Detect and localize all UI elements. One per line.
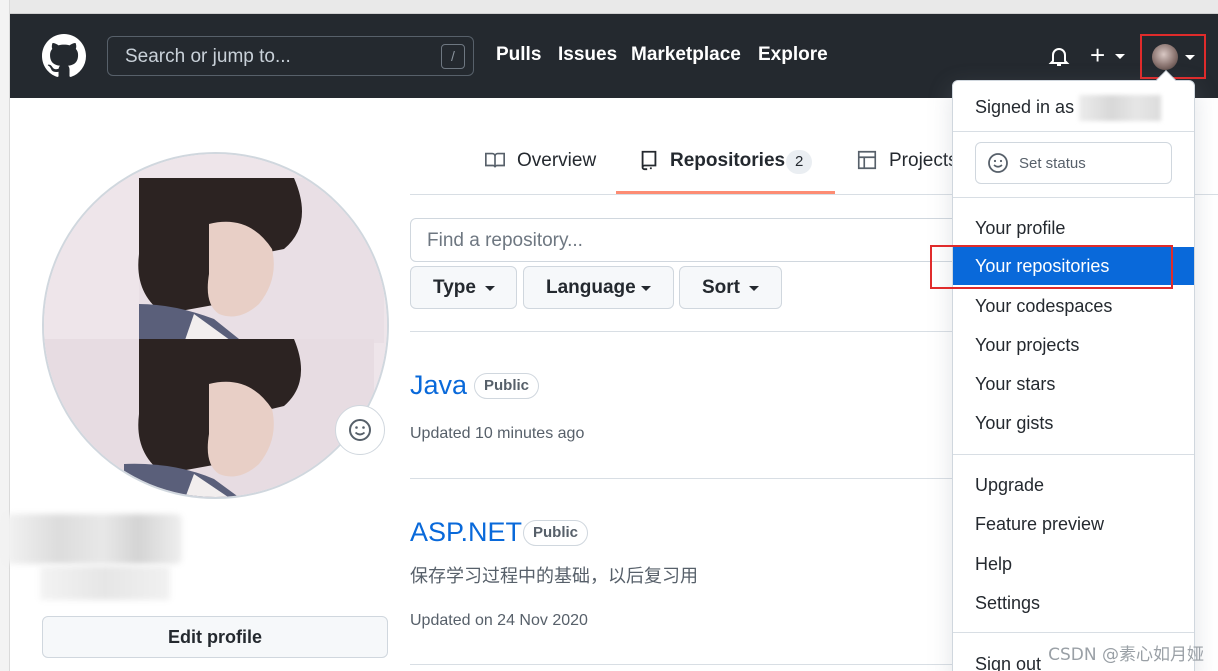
menu-item-your-projects[interactable]: Your projects bbox=[953, 326, 1194, 364]
nav-issues[interactable]: Issues bbox=[558, 44, 617, 66]
menu-item-your-gists[interactable]: Your gists bbox=[953, 404, 1194, 442]
menu-item-upgrade[interactable]: Upgrade bbox=[953, 466, 1194, 504]
edit-profile-button[interactable]: Edit profile bbox=[42, 616, 388, 658]
menu-item-help[interactable]: Help bbox=[953, 545, 1194, 583]
search-placeholder: Search or jump to... bbox=[125, 46, 291, 67]
language-filter-button[interactable]: Language bbox=[523, 266, 674, 309]
watermark: CSDN @素心如月娅 bbox=[1048, 645, 1204, 665]
chevron-down-icon bbox=[749, 286, 759, 291]
chevron-down-icon bbox=[641, 286, 651, 291]
tab-overview-label: Overview bbox=[517, 150, 597, 171]
list-divider bbox=[410, 478, 970, 479]
redacted-username bbox=[1079, 95, 1161, 121]
visibility-badge: Public bbox=[523, 520, 589, 546]
notifications-bell-icon[interactable] bbox=[1047, 44, 1071, 68]
menu-divider bbox=[953, 197, 1194, 198]
repo-updated: Updated on 24 Nov 2020 bbox=[410, 612, 588, 629]
set-status-emoji-button[interactable] bbox=[335, 405, 385, 455]
chevron-down-icon bbox=[485, 286, 495, 291]
language-filter-label: Language bbox=[546, 277, 636, 298]
github-logo-icon[interactable] bbox=[42, 34, 86, 78]
repo-link[interactable]: ASP.NET bbox=[410, 517, 522, 548]
menu-divider bbox=[953, 131, 1194, 132]
set-status-label: Set status bbox=[1019, 155, 1086, 172]
repo-description: 保存学习过程中的基础，以后复习用 bbox=[410, 566, 698, 587]
redacted-username bbox=[6, 514, 182, 564]
nav-pulls[interactable]: Pulls bbox=[496, 44, 541, 66]
avatar bbox=[1152, 44, 1178, 70]
tab-overview[interactable]: Overview bbox=[484, 146, 604, 194]
tab-repositories[interactable]: Repositories 2 bbox=[616, 146, 835, 194]
menu-item-your-codespaces[interactable]: Your codespaces bbox=[953, 287, 1194, 325]
find-repository-placeholder: Find a repository... bbox=[427, 230, 583, 251]
nav-marketplace[interactable]: Marketplace bbox=[631, 44, 741, 66]
search-shortcut-key: / bbox=[441, 44, 465, 69]
menu-divider bbox=[953, 454, 1194, 455]
menu-item-feature-preview[interactable]: Feature preview bbox=[953, 505, 1194, 543]
repo-icon bbox=[641, 150, 657, 171]
smiley-icon bbox=[349, 419, 371, 441]
table-icon bbox=[857, 150, 877, 170]
list-divider bbox=[410, 331, 970, 332]
sort-filter-button[interactable]: Sort bbox=[679, 266, 782, 309]
tab-projects[interactable]: Projects bbox=[856, 146, 958, 194]
user-dropdown-menu: Signed in as Set status Your profile You… bbox=[952, 70, 1195, 671]
menu-divider bbox=[953, 632, 1194, 633]
repo-link[interactable]: Java bbox=[410, 370, 467, 401]
signed-in-label: Signed in as bbox=[975, 97, 1075, 117]
menu-item-settings[interactable]: Settings bbox=[953, 584, 1194, 622]
book-icon bbox=[485, 152, 505, 168]
type-filter-button[interactable]: Type bbox=[410, 266, 517, 309]
chevron-down-icon bbox=[1185, 55, 1195, 60]
window-left-strip bbox=[0, 0, 10, 671]
chevron-down-icon bbox=[1115, 54, 1125, 59]
sort-filter-label: Sort bbox=[702, 277, 740, 298]
search-input[interactable]: Search or jump to... / bbox=[107, 36, 474, 76]
repo-updated: Updated 10 minutes ago bbox=[410, 425, 585, 442]
tab-repositories-label: Repositories bbox=[670, 150, 786, 171]
menu-item-your-profile[interactable]: Your profile bbox=[953, 209, 1194, 247]
annotation-highlight-box bbox=[930, 245, 1173, 289]
plus-icon: + bbox=[1090, 40, 1106, 70]
user-menu-button[interactable] bbox=[1140, 34, 1206, 79]
list-divider bbox=[410, 664, 970, 665]
type-filter-label: Type bbox=[433, 277, 476, 298]
menu-item-your-stars[interactable]: Your stars bbox=[953, 365, 1194, 403]
redacted-login bbox=[40, 566, 170, 600]
smiley-icon bbox=[988, 153, 1008, 173]
nav-explore[interactable]: Explore bbox=[758, 44, 828, 66]
create-new-button[interactable]: + bbox=[1090, 41, 1132, 71]
tab-projects-label: Projects bbox=[889, 150, 958, 171]
find-repository-input[interactable]: Find a repository... bbox=[410, 218, 970, 262]
set-status-button[interactable]: Set status bbox=[975, 142, 1172, 184]
visibility-badge: Public bbox=[474, 373, 540, 399]
repositories-count-badge: 2 bbox=[786, 150, 813, 174]
window-top-strip bbox=[0, 0, 1218, 14]
